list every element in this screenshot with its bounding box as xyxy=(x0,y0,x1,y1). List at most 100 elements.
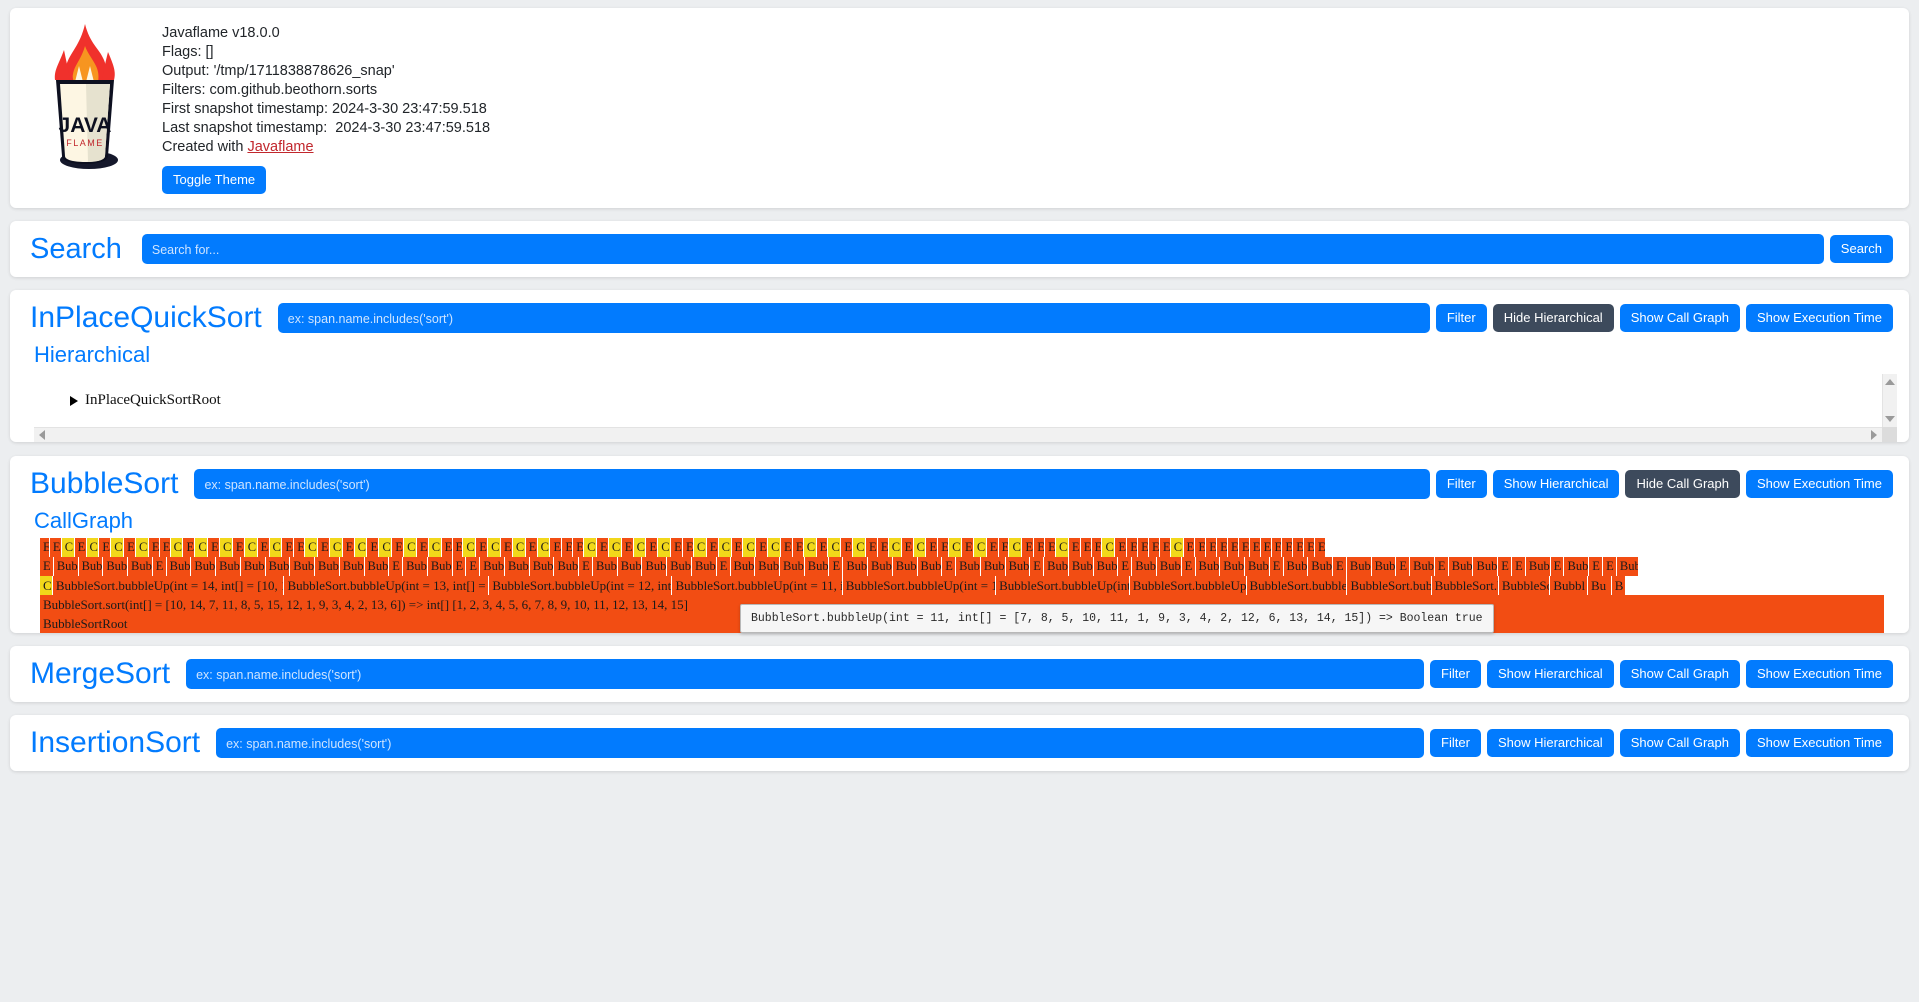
flame-block[interactable]: Bub xyxy=(1195,557,1221,577)
flame-block[interactable]: E xyxy=(232,538,245,558)
flame-block[interactable]: C xyxy=(512,538,526,558)
flame-block[interactable]: E xyxy=(476,538,489,558)
flame-block[interactable]: C xyxy=(828,538,842,558)
flame-block[interactable]: Bub xyxy=(667,557,692,577)
flame-block[interactable]: Bub xyxy=(1132,557,1157,577)
flame-block[interactable]: E xyxy=(1315,538,1326,558)
flame-block[interactable]: E xyxy=(1249,538,1261,558)
flame-block[interactable]: BubbleSort.bubbleUp xyxy=(1347,576,1432,596)
flame-block[interactable]: C xyxy=(379,538,393,558)
flame-block[interactable]: C xyxy=(693,538,707,558)
flame-block[interactable]: Bub xyxy=(1308,557,1334,577)
show-hierarchical-button-insertionsort[interactable]: Show Hierarchical xyxy=(1486,729,1614,758)
flame-block[interactable]: Bub xyxy=(730,557,756,577)
flame-block[interactable]: Bub xyxy=(265,557,291,577)
flame-block[interactable]: E xyxy=(829,557,844,577)
toggle-theme-button[interactable]: Toggle Theme xyxy=(162,166,267,195)
flame-block[interactable]: C xyxy=(111,538,125,558)
flame-block[interactable]: BubbleSort.bubbleUp(int = xyxy=(1246,576,1348,596)
flame-block[interactable]: BubbleSort.bubbleUp(int = 13, int[] = [1… xyxy=(284,576,490,596)
flame-block[interactable]: E xyxy=(962,538,974,558)
flame-block[interactable]: Bub xyxy=(617,557,643,577)
flame-block[interactable]: BubbleSort.bubbleUp(int = 12, int[] = [7… xyxy=(489,576,673,596)
flame-block[interactable]: C xyxy=(949,538,962,558)
scroll-up-arrow-icon[interactable] xyxy=(1885,379,1895,386)
flame-block[interactable]: Bub xyxy=(78,557,104,577)
flame-block[interactable]: Bub xyxy=(53,557,79,577)
expand-caret-icon[interactable] xyxy=(70,395,78,406)
filter-button-inplacequicksort[interactable]: Filter xyxy=(1435,304,1487,333)
flame-block[interactable]: E xyxy=(525,538,538,558)
flame-block[interactable]: C xyxy=(853,538,867,558)
flame-block[interactable]: E xyxy=(1260,538,1272,558)
flame-block[interactable]: C xyxy=(633,538,647,558)
flame-block[interactable]: BubbleSort.bubbleUp(int = 11, int[] = [7 xyxy=(672,576,843,596)
filter-button-bubblesort[interactable]: Filter xyxy=(1435,470,1487,499)
show-call-graph-button-mergesort[interactable]: Show Call Graph xyxy=(1619,660,1740,689)
flame-block[interactable]: C xyxy=(973,538,987,558)
flame-block[interactable]: C xyxy=(584,538,597,558)
search-input[interactable] xyxy=(141,234,1824,265)
flame-block[interactable]: Bub xyxy=(191,557,217,577)
flame-block[interactable]: E xyxy=(1589,557,1604,577)
flame-block[interactable]: E xyxy=(1293,538,1305,558)
flame-block[interactable]: E xyxy=(1022,538,1035,558)
flame-block[interactable]: E xyxy=(731,538,744,558)
flame-block[interactable]: E xyxy=(1183,538,1196,558)
flame-block[interactable]: E xyxy=(716,557,731,577)
search-button[interactable]: Search xyxy=(1829,235,1893,264)
flame-block[interactable]: C xyxy=(61,538,75,558)
flame-block[interactable]: E xyxy=(1195,538,1207,558)
flame-block[interactable]: C xyxy=(354,538,368,558)
flame-block[interactable]: Bub xyxy=(240,557,266,577)
flame-block[interactable]: Bub xyxy=(593,557,618,577)
show-execution-time-button-inplacequicksort[interactable]: Show Execution Time xyxy=(1745,304,1893,333)
flame-block[interactable]: C xyxy=(913,538,927,558)
flame-block[interactable]: Bub xyxy=(290,557,316,577)
flame-block[interactable]: E xyxy=(1238,538,1250,558)
show-execution-time-button-insertionsort[interactable]: Show Execution Time xyxy=(1745,729,1893,758)
flame-block[interactable]: E xyxy=(1030,557,1045,577)
flame-block[interactable]: E xyxy=(159,538,171,558)
flame-block[interactable]: E xyxy=(466,557,481,577)
flame-block[interactable]: E xyxy=(938,538,950,558)
scroll-left-arrow-icon[interactable] xyxy=(39,430,45,441)
flame-block[interactable]: E xyxy=(1434,557,1449,577)
flame-block[interactable]: Bub xyxy=(1005,557,1031,577)
flame-block[interactable]: E xyxy=(342,538,355,558)
flame-block[interactable]: BubbleSort.bubbleUp(int = 14, int[] = [1… xyxy=(52,576,285,596)
flame-block[interactable]: E xyxy=(1271,538,1283,558)
flame-block[interactable]: Bub xyxy=(1244,557,1270,577)
flame-block[interactable]: Bub xyxy=(427,557,453,577)
flame-block[interactable]: E xyxy=(1396,557,1411,577)
hide-hierarchical-button-inplacequicksort[interactable]: Hide Hierarchical xyxy=(1492,304,1614,333)
flame-block[interactable]: E xyxy=(40,538,50,558)
flame-block[interactable]: E xyxy=(1091,538,1103,558)
flame-block[interactable]: C xyxy=(135,538,149,558)
flame-block[interactable]: E xyxy=(99,538,112,558)
filter-input-insertionsort[interactable] xyxy=(216,728,1425,759)
flame-block[interactable]: Bub xyxy=(892,557,918,577)
flame-block[interactable]: Bub xyxy=(868,557,893,577)
flame-block[interactable]: E xyxy=(416,538,429,558)
scroll-down-arrow-icon[interactable] xyxy=(1885,416,1895,423)
flame-block[interactable]: E xyxy=(646,538,659,558)
flame-block[interactable]: Bub xyxy=(755,557,780,577)
flame-block[interactable]: E xyxy=(1550,557,1565,577)
flame-block[interactable]: B xyxy=(1611,576,1626,596)
flame-block[interactable]: Bub xyxy=(1346,557,1372,577)
flame-block[interactable]: C xyxy=(195,538,209,558)
flame-block[interactable]: Bub xyxy=(216,557,241,577)
flame-block[interactable]: C xyxy=(658,538,672,558)
flame-block[interactable]: E xyxy=(1282,538,1294,558)
flame-block[interactable]: C xyxy=(244,538,258,558)
flame-block[interactable]: E xyxy=(1115,538,1128,558)
flame-block[interactable]: E xyxy=(257,538,270,558)
flame-block[interactable]: Bub xyxy=(1564,557,1590,577)
filter-input-inplacequicksort[interactable] xyxy=(277,303,1430,334)
flame-block[interactable]: Bub xyxy=(339,557,365,577)
flame-block[interactable]: BubbleSort.bubbleUp(int = 9, xyxy=(996,576,1130,596)
flame-block[interactable]: E xyxy=(706,538,719,558)
flame-block[interactable]: E xyxy=(124,538,136,558)
flame-block[interactable]: E xyxy=(208,538,221,558)
